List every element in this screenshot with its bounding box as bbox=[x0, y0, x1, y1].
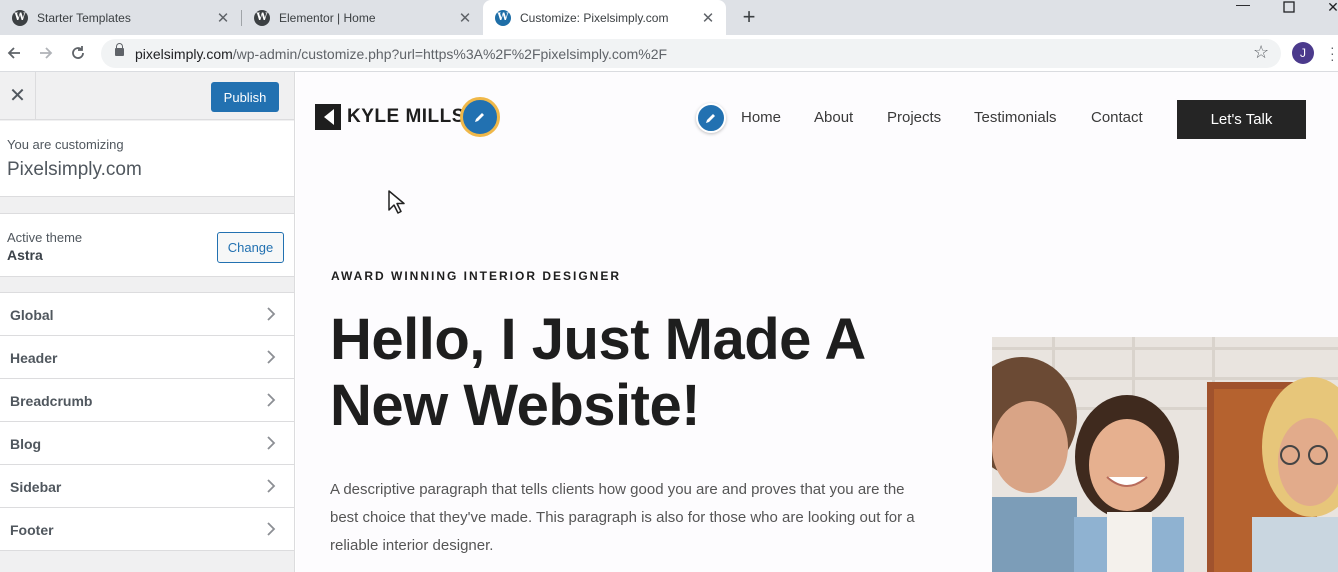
nav-about[interactable]: About bbox=[814, 109, 853, 126]
logo-text: KYLE MILLS bbox=[347, 106, 465, 127]
hero-photo bbox=[992, 337, 1338, 572]
theme-name: Astra bbox=[7, 247, 43, 263]
section-label: Footer bbox=[10, 522, 54, 538]
lock-icon bbox=[115, 43, 124, 56]
edit-pencil-icon[interactable] bbox=[696, 103, 726, 133]
publish-button[interactable]: Publish bbox=[211, 82, 279, 112]
customizer-header: ✕ Publish bbox=[0, 72, 294, 120]
site-name: Pixelsimply.com bbox=[7, 159, 142, 180]
site-preview: KYLE MILLS Home About Projects Testimoni… bbox=[296, 72, 1338, 572]
customizing-label: You are customizing bbox=[7, 137, 124, 152]
chevron-right-icon bbox=[267, 350, 276, 364]
browser-tab-bar: W Starter Templates ✕ W Elementor | Home… bbox=[0, 0, 1338, 35]
tab-title: Elementor | Home bbox=[279, 10, 376, 25]
mouse-cursor-icon bbox=[388, 190, 405, 214]
reload-icon[interactable] bbox=[66, 41, 90, 65]
close-window-icon[interactable]: ✕ bbox=[1318, 0, 1338, 17]
profile-avatar[interactable]: J bbox=[1292, 42, 1314, 64]
customizer-sections: Global Header Breadcrumb Blog Sidebar Fo… bbox=[0, 292, 294, 551]
hero-headline: Hello, I Just Made A New Website! bbox=[330, 307, 864, 438]
hero-eyebrow: AWARD WINNING INTERIOR DESIGNER bbox=[331, 269, 622, 283]
close-customizer-icon[interactable]: ✕ bbox=[0, 72, 36, 120]
chevron-right-icon bbox=[267, 393, 276, 407]
active-theme-label: Active theme bbox=[7, 230, 83, 245]
maximize-icon[interactable] bbox=[1274, 0, 1304, 18]
tab-title: Starter Templates bbox=[37, 10, 131, 25]
hero-paragraph: A descriptive paragraph that tells clien… bbox=[330, 481, 915, 554]
section-label: Sidebar bbox=[10, 479, 62, 495]
site-logo[interactable]: KYLE MILLS bbox=[315, 97, 465, 137]
url-text[interactable]: pixelsimply.com/wp-admin/customize.php?u… bbox=[135, 46, 667, 62]
wordpress-icon: W bbox=[254, 9, 270, 26]
chevron-right-icon bbox=[267, 307, 276, 321]
wordpress-icon: W bbox=[495, 9, 511, 26]
tab-elementor-home[interactable]: W Elementor | Home ✕ bbox=[242, 0, 483, 35]
back-icon[interactable] bbox=[2, 41, 26, 65]
chevron-right-icon bbox=[267, 436, 276, 450]
section-label: Header bbox=[10, 350, 58, 366]
section-global[interactable]: Global bbox=[0, 292, 294, 336]
minimize-icon[interactable]: — bbox=[1228, 0, 1258, 14]
new-tab-icon[interactable]: + bbox=[737, 5, 761, 29]
nav-contact[interactable]: Contact bbox=[1091, 109, 1143, 126]
chevron-right-icon bbox=[267, 479, 276, 493]
edit-pencil-icon[interactable] bbox=[460, 97, 500, 137]
nav-testimonials[interactable]: Testimonials bbox=[974, 109, 1057, 126]
customizer-panel: ✕ Publish You are customizing Pixelsimpl… bbox=[0, 72, 295, 572]
tab-customize[interactable]: W Customize: Pixelsimply.com ✕ bbox=[483, 0, 726, 35]
close-icon[interactable]: ✕ bbox=[213, 9, 233, 27]
logo-mark-icon bbox=[315, 104, 341, 130]
section-label: Blog bbox=[10, 436, 42, 452]
tab-starter-templates[interactable]: W Starter Templates ✕ bbox=[0, 0, 241, 35]
close-icon[interactable]: ✕ bbox=[455, 9, 475, 27]
address-bar[interactable]: pixelsimply.com/wp-admin/customize.php?u… bbox=[101, 39, 1281, 68]
tab-title: Customize: Pixelsimply.com bbox=[520, 10, 669, 25]
menu-icon[interactable]: · · · bbox=[1330, 40, 1335, 66]
section-label: Breadcrumb bbox=[10, 393, 93, 409]
section-footer[interactable]: Footer bbox=[0, 507, 294, 551]
nav-home[interactable]: Home bbox=[741, 109, 781, 126]
lets-talk-button[interactable]: Let's Talk bbox=[1177, 100, 1306, 139]
section-blog[interactable]: Blog bbox=[0, 421, 294, 465]
close-icon[interactable]: ✕ bbox=[698, 9, 718, 27]
customizing-info: You are customizing Pixelsimply.com bbox=[0, 121, 294, 197]
change-theme-button[interactable]: Change bbox=[217, 232, 284, 263]
section-sidebar[interactable]: Sidebar bbox=[0, 464, 294, 508]
wordpress-icon: W bbox=[12, 9, 28, 26]
active-theme-section: Active theme Astra Change bbox=[0, 213, 294, 277]
star-icon[interactable]: ☆ bbox=[1253, 42, 1269, 63]
forward-icon[interactable] bbox=[34, 41, 58, 65]
nav-projects[interactable]: Projects bbox=[887, 109, 941, 126]
section-breadcrumb[interactable]: Breadcrumb bbox=[0, 378, 294, 422]
browser-toolbar: pixelsimply.com/wp-admin/customize.php?u… bbox=[0, 35, 1338, 72]
section-header[interactable]: Header bbox=[0, 335, 294, 379]
chevron-right-icon bbox=[267, 522, 276, 536]
section-label: Global bbox=[10, 307, 54, 323]
